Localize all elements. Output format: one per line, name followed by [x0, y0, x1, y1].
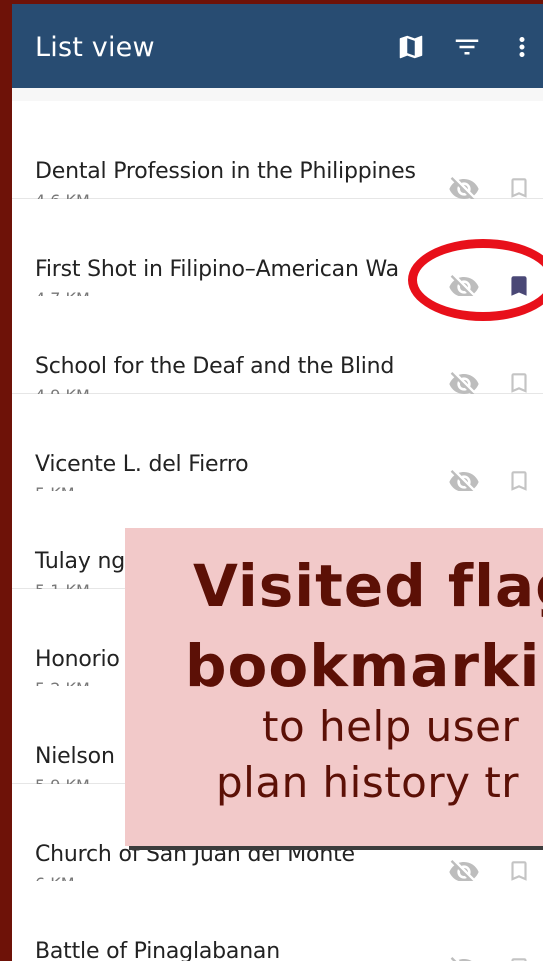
place-name: Dental Profession in the Philippines	[35, 159, 416, 184]
place-name: First Shot in Filipino–American Wa	[35, 256, 399, 282]
list-item[interactable]: Vicente L. del Fierro5 KM	[12, 393, 543, 503]
place-name: School for the Deaf and the Blind	[35, 354, 395, 379]
app-bar: List view	[12, 4, 543, 88]
place-name: Vicente L. del Fierro	[35, 451, 249, 477]
place-name: Nielson	[35, 744, 115, 769]
promo-line-1: Visited flag	[193, 552, 543, 620]
more-vert-icon[interactable]	[507, 32, 537, 62]
map-icon[interactable]	[396, 32, 426, 62]
list-item[interactable]: Dental Profession in the Philippines4.6 …	[12, 101, 543, 210]
page-title: List view	[35, 32, 155, 63]
bookmark-outline-icon[interactable]	[506, 953, 532, 961]
visited-flag-icon[interactable]	[448, 953, 480, 961]
filter-icon[interactable]	[452, 32, 482, 62]
place-name: Honorio	[35, 646, 120, 672]
place-name: Battle of Pinaglabanan	[35, 939, 280, 961]
list-item[interactable]: Battle of Pinaglabanan	[12, 881, 543, 961]
promo-line-3: to help user	[262, 702, 520, 751]
place-name: Tulay ng	[35, 549, 125, 574]
promo-overlay: Visited flag bookmarki to help user plan…	[125, 528, 543, 846]
promo-line-2: bookmarki	[185, 632, 541, 700]
promo-line-4: plan history tr	[216, 758, 520, 807]
